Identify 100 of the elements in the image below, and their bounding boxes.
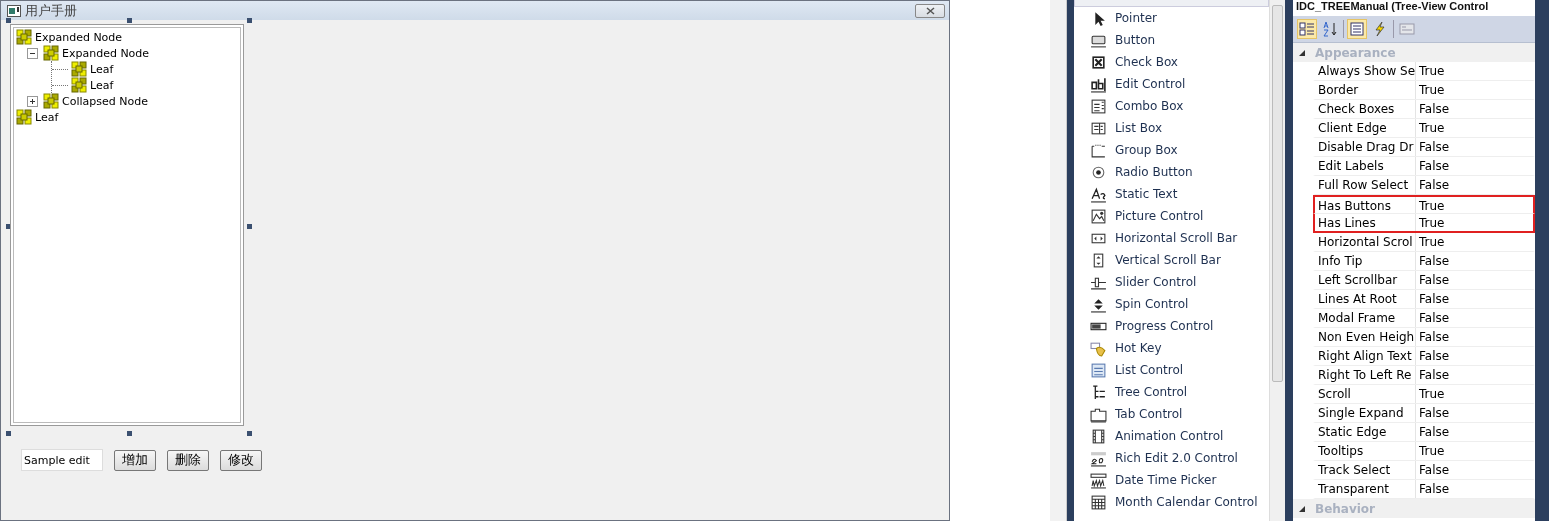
property-value[interactable]: False [1416,138,1450,156]
splitter-bar[interactable] [1050,0,1067,521]
property-name[interactable]: Right Align Text [1315,347,1416,365]
property-value[interactable]: True [1416,233,1445,251]
property-value[interactable]: True [1416,385,1445,403]
property-value[interactable]: False [1416,480,1450,498]
object-selector[interactable]: IDC_TREEManual (Tree-View Control [1293,0,1489,13]
scroll-thumb[interactable] [1272,5,1283,382]
resize-handle[interactable] [6,431,11,436]
tree-node-label[interactable]: Expanded Node [35,30,123,44]
property-value[interactable]: False [1416,461,1450,479]
toolbox-item[interactable]: Slider Control [1114,275,1197,289]
property-name[interactable]: Has Lines [1315,214,1416,231]
toolbox-item[interactable]: List Control [1114,363,1184,377]
toolbox-item[interactable]: Tree Control [1114,385,1188,399]
property-value[interactable]: True [1416,62,1445,80]
property-name[interactable]: Always Show Se [1315,62,1416,80]
tree-node-label[interactable]: Leaf [90,62,114,76]
property-name[interactable]: Scroll [1315,385,1416,403]
collapse-icon[interactable] [1299,49,1305,56]
property-value[interactable]: False [1416,176,1450,194]
node-icon [16,109,32,125]
property-name[interactable]: Single Expand [1315,404,1416,422]
node-icon [43,93,59,109]
text-field[interactable]: Sample edit [21,449,103,471]
tree-node-label[interactable]: Expanded Node [62,46,150,60]
category-label: Appearance [1315,45,1396,60]
property-name[interactable]: Edit Labels [1315,157,1416,175]
property-name[interactable]: Left Scrollbar [1315,271,1416,289]
property-name[interactable]: Static Edge [1315,423,1416,441]
dialog-button[interactable]: 修改 [220,449,262,471]
toolbox-item[interactable]: Edit Control [1114,77,1186,91]
window-title: 用户手册 [25,1,77,20]
toolbox-item[interactable]: Hot Key [1114,341,1162,355]
tree-node-label[interactable]: Collapsed Node [62,94,148,108]
property-value[interactable]: False [1416,347,1450,365]
toolbox-item[interactable]: Combo Box [1114,99,1184,113]
property-value[interactable]: False [1416,157,1450,175]
tree-node-label[interactable]: Leaf [35,110,59,124]
resize-handle[interactable] [127,18,132,23]
toolbox-item[interactable]: Rich Edit 2.0 Control [1114,451,1238,465]
property-value[interactable]: False [1416,271,1450,289]
property-name[interactable]: Transparent [1315,480,1416,498]
property-name[interactable]: Tooltips [1315,442,1416,460]
categorized-icon[interactable] [1297,19,1317,39]
property-value[interactable]: False [1416,100,1450,118]
dialog-button[interactable]: 删除 [167,449,209,471]
close-button[interactable] [915,3,945,18]
property-name[interactable]: Non Even Heigh [1315,328,1416,346]
property-name[interactable]: Right To Left Re [1315,366,1416,384]
collapse-button[interactable] [26,47,38,59]
property-value[interactable]: True [1416,119,1445,137]
list-icon[interactable] [1347,19,1367,39]
resize-handle[interactable] [6,18,11,23]
tree-node-label[interactable]: Leaf [90,78,114,92]
toolbox-item[interactable]: Animation Control [1114,429,1224,443]
resize-handle[interactable] [247,224,252,229]
toolbox-item[interactable]: Horizontal Scroll Bar [1114,231,1238,245]
resize-handle[interactable] [247,18,252,23]
property-value[interactable]: False [1416,328,1450,346]
toolbox-item[interactable]: Static Text [1114,187,1178,201]
toolbox-item[interactable]: Group Box [1114,143,1178,157]
property-name[interactable]: Client Edge [1315,119,1416,137]
toolbox-item[interactable]: List Box [1114,121,1163,135]
property-value[interactable]: False [1416,309,1450,327]
resize-handle[interactable] [247,431,252,436]
property-name[interactable]: Has Buttons [1315,197,1416,213]
collapse-icon[interactable] [1299,505,1305,512]
property-name[interactable]: Border [1315,81,1416,99]
property-name[interactable]: Lines At Root [1315,290,1416,308]
property-name[interactable]: Modal Frame [1315,309,1416,327]
expand-button[interactable] [26,95,38,107]
property-value[interactable]: True [1416,442,1445,460]
property-name[interactable]: Info Tip [1315,252,1416,270]
property-value[interactable]: False [1416,252,1450,270]
toolbox-item[interactable]: Pointer [1114,11,1158,25]
property-value[interactable]: True [1416,214,1445,231]
property-name[interactable]: Check Boxes [1315,100,1416,118]
resize-handle[interactable] [127,431,132,436]
toolbox-item[interactable]: Progress Control [1114,319,1214,333]
property-value[interactable]: True [1416,81,1445,99]
property-name[interactable]: Disable Drag Dr [1315,138,1416,156]
toolbox-item[interactable]: Check Box [1114,55,1178,69]
toolbox-item[interactable]: Tab Control [1114,407,1183,421]
property-name[interactable]: Track Select [1315,461,1416,479]
toolbox-item[interactable]: Spin Control [1114,297,1189,311]
property-value[interactable]: True [1416,197,1445,213]
property-value[interactable]: False [1416,404,1450,422]
toolbox-item[interactable]: Radio Button [1114,165,1193,179]
toolbox-item[interactable]: Picture Control [1114,209,1204,223]
toolbox-item[interactable]: Vertical Scroll Bar [1114,253,1221,267]
property-value[interactable]: False [1416,423,1450,441]
property-name[interactable]: Horizontal Scrol [1315,233,1416,251]
toolbox-item[interactable]: Date Time Picker [1114,473,1217,487]
toolbox-item[interactable]: Button [1114,33,1156,47]
property-name[interactable]: Full Row Select [1315,176,1416,194]
toolbox-item[interactable]: Month Calendar Control [1114,495,1258,509]
dialog-button[interactable]: 增加 [114,449,156,471]
property-value[interactable]: False [1416,290,1450,308]
property-value[interactable]: False [1416,366,1450,384]
